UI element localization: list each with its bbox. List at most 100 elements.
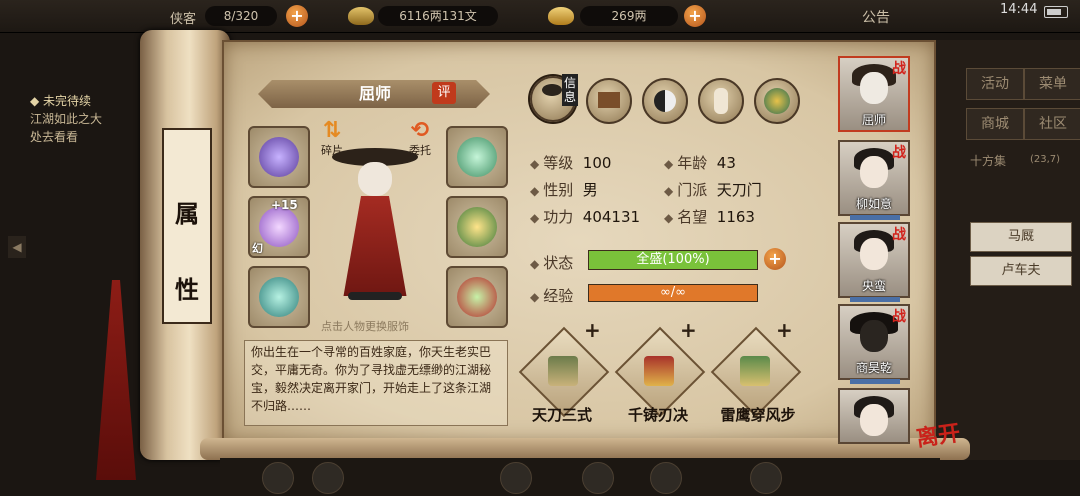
tab-meridians[interactable] xyxy=(698,78,744,124)
tab-compass[interactable] xyxy=(754,78,800,124)
age-value: 43 xyxy=(716,154,736,172)
skill-name: 千铸刃决 xyxy=(627,406,688,424)
equip-slot-amulet[interactable] xyxy=(446,266,508,328)
skill-add-icon[interactable]: + xyxy=(584,318,601,342)
shop-button[interactable]: 商城 xyxy=(966,108,1024,140)
exp-text: ∞/∞ xyxy=(659,285,687,300)
in-battle-tag: 战 xyxy=(892,309,906,325)
amulet-icon xyxy=(457,277,497,317)
right-side-panel: 活动 菜单 商城 社区 十方集 (23,7) 马厩 卢车夫 xyxy=(936,40,1080,460)
battery-icon xyxy=(1044,6,1068,18)
collapse-arrow-icon[interactable]: ◀ xyxy=(8,236,26,258)
scroll-tassel xyxy=(96,280,136,480)
portrait-face xyxy=(860,238,888,270)
party-member[interactable]: 战柳如意 xyxy=(838,140,910,220)
power-value: 404131 xyxy=(582,208,641,226)
hp-bar xyxy=(850,297,900,302)
stable-button[interactable]: 马厩 xyxy=(970,222,1072,252)
manual-scroll-icon xyxy=(740,356,770,386)
helmet-icon xyxy=(457,137,497,177)
tab-scroll[interactable] xyxy=(586,78,632,124)
stat-gender: ◆ 性别 男 xyxy=(530,181,598,199)
state-bar: 全盛(100%) xyxy=(588,250,758,270)
capacity-counter: 8/320 xyxy=(205,6,277,26)
accessory-icon xyxy=(259,137,299,177)
quest-line: 处去看看 xyxy=(30,130,79,144)
quest-tracker[interactable]: ◆ 未完待续 江湖如此之大 处去看看 xyxy=(30,92,102,146)
power-label: 功力 xyxy=(543,208,574,226)
quest-title: ◆ 未完待续 xyxy=(30,94,92,108)
money-counter: 6116两131文 xyxy=(378,6,498,26)
equip-slot-armor[interactable] xyxy=(446,196,508,258)
skill-name: 雷鹰穿风步 xyxy=(720,406,796,424)
hp-bar xyxy=(850,379,900,384)
stat-exp: ◆ 经验 xyxy=(530,287,574,305)
hero-feet xyxy=(348,292,402,300)
clock: 14:44 xyxy=(1000,2,1038,17)
party-member[interactable]: 战商昊乾 xyxy=(838,304,910,384)
party-member[interactable] xyxy=(838,388,910,444)
community-button[interactable]: 社区 xyxy=(1024,108,1080,140)
body-figure-icon xyxy=(714,88,728,114)
hero-mask xyxy=(358,162,392,196)
equip-slot-weapon-accessory[interactable] xyxy=(248,126,310,188)
party-member-name: 屈师 xyxy=(861,113,886,127)
gold-icon xyxy=(548,7,574,25)
gold-counter: 269两 xyxy=(580,6,678,26)
menu-button[interactable]: 菜单 xyxy=(1024,68,1080,100)
nav-icon[interactable] xyxy=(650,462,682,494)
stat-level: ◆ 等级 100 xyxy=(530,154,612,172)
change-outfit-tip: 点击人物更换服饰 xyxy=(321,320,409,333)
exp-bar: ∞/∞ xyxy=(588,284,758,302)
stat-age: ◆ 年龄 43 xyxy=(664,154,736,172)
manual-book-icon xyxy=(548,356,578,386)
nav-icon[interactable] xyxy=(262,462,294,494)
nav-icon[interactable] xyxy=(750,462,782,494)
nav-icon[interactable] xyxy=(312,462,344,494)
party-member-name: 央蛮 xyxy=(861,279,886,293)
skill-add-icon[interactable]: + xyxy=(776,318,793,342)
add-gold-button[interactable]: + xyxy=(684,5,706,27)
character-name: 屈师 xyxy=(358,84,391,103)
enhance-level: +15 xyxy=(271,198,298,212)
scroll-label-char: 性 xyxy=(175,275,199,304)
skill-name: 天刀三式 xyxy=(531,406,592,424)
ring-icon xyxy=(259,277,299,317)
in-battle-tag: 战 xyxy=(892,61,906,77)
skill-add-icon[interactable]: + xyxy=(680,318,697,342)
stat-power: ◆ 功力 404131 xyxy=(530,208,641,226)
state-text: 全盛(100%) xyxy=(636,252,710,267)
nav-icon[interactable] xyxy=(582,462,614,494)
spear-icon xyxy=(259,207,299,247)
compass-icon xyxy=(764,88,790,114)
leave-button[interactable]: 离开 xyxy=(914,415,962,453)
scroll-icon xyxy=(598,92,620,108)
party-member[interactable]: 战央蛮 xyxy=(838,222,910,302)
portrait-face xyxy=(860,320,888,352)
tab-bagua[interactable] xyxy=(642,78,688,124)
hat-icon xyxy=(542,84,562,96)
coachman-button[interactable]: 卢车夫 xyxy=(970,256,1072,286)
stat-state: ◆ 状态 xyxy=(530,254,574,272)
slot-tag: 幻 xyxy=(252,242,263,255)
level-value: 100 xyxy=(582,154,612,172)
fame-value: 1163 xyxy=(716,208,755,226)
top-bar: 侠客 8/320 + 6116两131文 269两 + 公告 14:44 xyxy=(0,0,1080,33)
stat-fame: ◆ 名望 1163 xyxy=(664,208,755,226)
fame-label: 名望 xyxy=(677,208,708,226)
quest-line: 江湖如此之大 xyxy=(30,112,103,126)
rate-button[interactable]: 评 xyxy=(432,82,456,104)
nav-icon[interactable] xyxy=(500,462,532,494)
state-label: 状态 xyxy=(543,254,574,272)
restore-state-button[interactable]: + xyxy=(764,248,786,270)
equip-slot-helmet[interactable] xyxy=(446,126,508,188)
portrait-face xyxy=(860,72,888,104)
tab-info-label: 信息 xyxy=(562,74,578,106)
gender-value: 男 xyxy=(582,181,598,199)
fragment-arrow-icon: ⇅ xyxy=(322,118,342,143)
add-capacity-button[interactable]: + xyxy=(286,5,308,27)
notice-button[interactable]: 公告 xyxy=(862,7,890,27)
sect-value: 天刀门 xyxy=(716,181,762,199)
party-member[interactable]: 战屈师 xyxy=(838,56,910,132)
activity-button[interactable]: 活动 xyxy=(966,68,1024,100)
